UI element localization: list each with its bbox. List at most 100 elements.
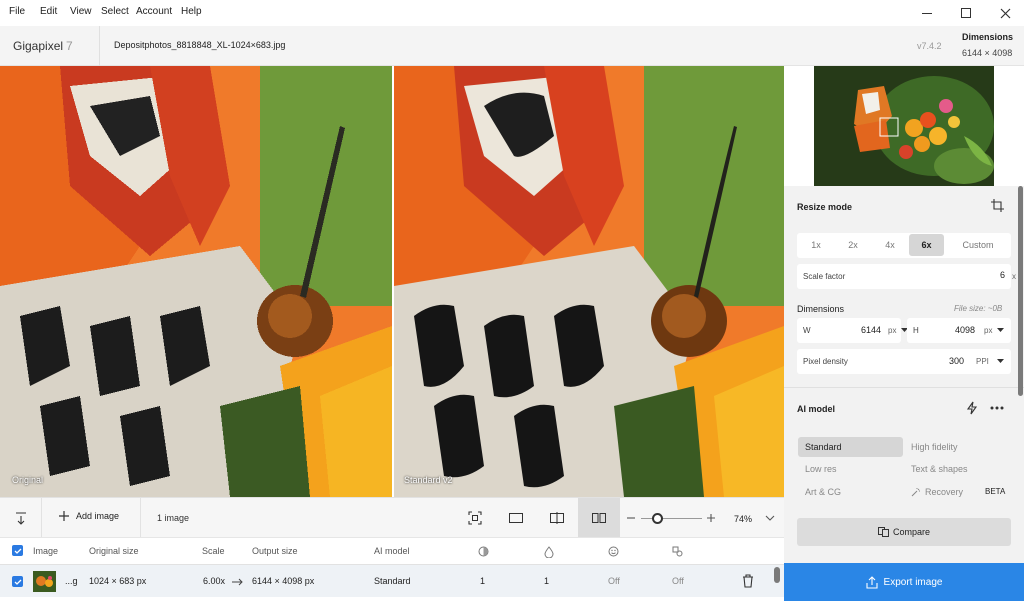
queue-table-header: Image Original size Scale Output size AI…: [0, 537, 784, 563]
height-value: 4098: [955, 325, 976, 335]
single-view-icon: [509, 513, 523, 523]
enhanced-label: Standard v2: [404, 475, 453, 485]
app-version: v7.4.2: [917, 41, 942, 51]
scale-factor-unit: x: [1012, 272, 1016, 281]
file-size: File size: ~0B: [954, 304, 1003, 313]
compare-icon: [877, 527, 889, 537]
menu-select[interactable]: Select: [101, 6, 129, 17]
pixel-density-dropdown-icon[interactable]: [997, 359, 1004, 364]
header-divider: [99, 26, 100, 66]
row-checkbox[interactable]: [12, 576, 23, 587]
image-compare-view[interactable]: Original Standard v2: [0, 66, 784, 497]
col-image[interactable]: Image: [33, 546, 58, 556]
col-ai-model[interactable]: AI model: [374, 546, 410, 556]
model-recovery-label: Recovery: [925, 487, 964, 497]
scale-option-6x[interactable]: 6x: [909, 234, 944, 256]
fit-view-button[interactable]: [461, 506, 489, 530]
dimensions-label: Dimensions: [962, 32, 1014, 42]
sort-down-icon: [15, 512, 26, 525]
lightning-icon[interactable]: [966, 401, 978, 415]
beta-badge: BETA: [985, 487, 1006, 496]
image-toolbar: Add image 1 image 74%: [0, 497, 784, 538]
model-art-cg[interactable]: Art & CG: [798, 482, 903, 502]
col-output-size[interactable]: Output size: [252, 546, 298, 556]
compare-button[interactable]: Compare: [797, 518, 1011, 546]
height-unit-dropdown-icon[interactable]: [997, 328, 1004, 333]
row-scale: 6.00x: [203, 576, 226, 586]
side-by-side-view-button[interactable]: [578, 498, 620, 538]
zoom-slider-thumb[interactable]: [652, 513, 663, 524]
select-all-checkbox[interactable]: [12, 545, 23, 556]
zoom-level: 74%: [734, 514, 753, 524]
settings-panel: Resize mode 1x 2x 4x 6x Custom Scale fac…: [784, 66, 1024, 601]
zoom-out-icon[interactable]: [626, 513, 636, 523]
model-text-shapes[interactable]: Text & shapes: [904, 459, 1010, 479]
dimensions-section-label: Dimensions: [797, 304, 845, 314]
arrow-right-icon: [232, 578, 243, 586]
minimize-button[interactable]: [907, 0, 947, 26]
trash-icon[interactable]: [742, 574, 754, 588]
maximize-icon: [961, 8, 971, 18]
compare-label: Compare: [892, 527, 930, 537]
close-icon: [1000, 8, 1010, 18]
app-version-major: 7: [66, 39, 73, 53]
dimensions-value: 6144 × 4098: [962, 48, 1013, 58]
menu-account[interactable]: Account: [136, 6, 172, 17]
face-icon[interactable]: [608, 546, 619, 557]
row-face-recovery: Off: [608, 576, 620, 586]
pixel-density-value: 300: [949, 356, 965, 366]
row-ai-model: Standard: [374, 576, 411, 586]
row-text-recovery: Off: [672, 576, 684, 586]
scale-factor-label: Scale factor: [803, 272, 846, 281]
app-name: Gigapixel: [13, 39, 64, 53]
model-high-fidelity[interactable]: High fidelity: [904, 437, 1010, 457]
close-button[interactable]: [985, 0, 1024, 26]
crop-icon[interactable]: [991, 199, 1004, 212]
pixel-density-field[interactable]: Pixel density 300 PPI: [797, 349, 1011, 374]
menu-file[interactable]: File: [9, 6, 25, 17]
add-image-button[interactable]: Add image: [58, 510, 119, 522]
file-name: Depositphotos_8818848_XL-1024×683.jpg: [114, 40, 286, 50]
row-sharpen: 1: [480, 576, 486, 586]
maximize-button[interactable]: [946, 0, 986, 26]
menu-view[interactable]: View: [70, 6, 92, 17]
width-unit: px: [888, 326, 897, 335]
menu-help[interactable]: Help: [181, 6, 202, 17]
width-value: 6144: [861, 325, 882, 335]
plus-icon: [59, 511, 69, 521]
scale-option-custom[interactable]: Custom: [946, 234, 1010, 256]
enhanced-image: Standard v2: [394, 66, 784, 497]
model-standard[interactable]: Standard: [798, 437, 903, 457]
recovery-wand-icon: [911, 488, 920, 497]
menu-edit[interactable]: Edit: [40, 6, 57, 17]
export-image-button[interactable]: Export image: [784, 563, 1024, 601]
more-options-icon[interactable]: [990, 406, 1004, 410]
width-field[interactable]: W 6144 px: [797, 318, 908, 343]
col-scale[interactable]: Scale: [202, 546, 225, 556]
zoom-in-icon[interactable]: [706, 513, 716, 523]
height-field[interactable]: H 4098 px: [907, 318, 1011, 343]
table-scrollbar[interactable]: [774, 567, 780, 583]
row-thumbnail: [33, 571, 56, 592]
table-row[interactable]: ...g 1024 × 683 px 6.00x 6144 × 4098 px …: [0, 564, 784, 597]
row-output-size: 6144 × 4098 px: [252, 576, 315, 586]
scale-option-2x[interactable]: 2x: [835, 234, 871, 256]
scale-factor-value: 6: [1000, 270, 1006, 280]
scale-option-4x[interactable]: 4x: [872, 234, 908, 256]
split-view-button[interactable]: [543, 506, 571, 530]
zoom-slider[interactable]: [641, 518, 702, 519]
text-shapes-icon[interactable]: [672, 546, 683, 557]
sort-button[interactable]: [0, 498, 42, 538]
panel-scrollbar[interactable]: [1018, 186, 1023, 396]
navigator[interactable]: [784, 66, 1024, 186]
single-view-button[interactable]: [502, 506, 530, 530]
header-bar: Gigapixel 7 Depositphotos_8818848_XL-102…: [0, 26, 1024, 66]
scale-option-1x[interactable]: 1x: [798, 234, 834, 256]
chevron-down-icon[interactable]: [765, 514, 775, 522]
denoise-drop-icon[interactable]: [544, 546, 554, 558]
sharpen-icon[interactable]: [478, 546, 489, 557]
model-low-res[interactable]: Low res: [798, 459, 903, 479]
scale-factor-field[interactable]: Scale factor 6 x: [797, 264, 1016, 289]
navigator-preview: [814, 66, 994, 186]
col-original-size[interactable]: Original size: [89, 546, 139, 556]
